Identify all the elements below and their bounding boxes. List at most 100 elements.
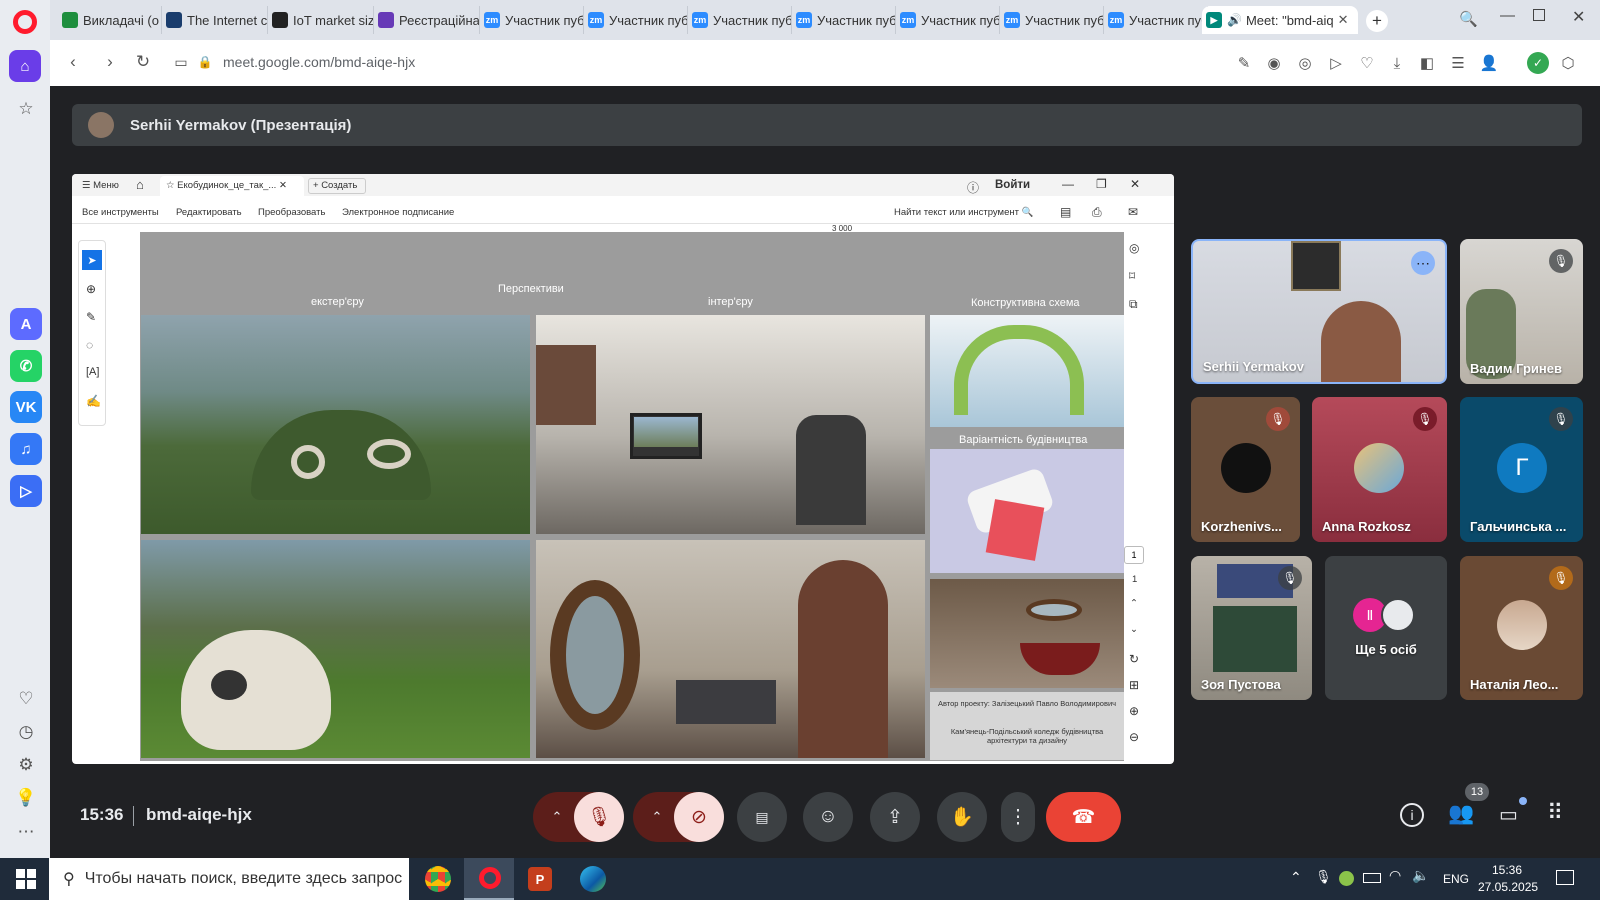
doc-minimize[interactable]: —: [1062, 177, 1074, 191]
tab[interactable]: zm Участник пуб: [1104, 6, 1208, 34]
windows-start-icon[interactable]: [16, 869, 36, 889]
taskbar-search[interactable]: ⚲ Чтобы начать поиск, введите здесь запр…: [49, 858, 409, 900]
app-tray-icon[interactable]: [1339, 871, 1354, 886]
aria-icon[interactable]: A: [10, 308, 42, 340]
history-icon[interactable]: ◷: [14, 720, 38, 744]
tool-menu-item[interactable]: Все инструменты: [82, 207, 159, 218]
maximize-button[interactable]: [1533, 9, 1545, 21]
heart-icon[interactable]: ♡: [1356, 52, 1378, 74]
home-icon[interactable]: ⌂: [136, 177, 144, 192]
lock-icon[interactable]: 🔒: [192, 49, 218, 75]
chat-icon[interactable]: ▭: [1499, 802, 1518, 827]
home-icon[interactable]: ⌂: [9, 50, 41, 82]
extension-check-icon[interactable]: ✓: [1527, 52, 1549, 74]
chrome-icon[interactable]: [425, 866, 451, 892]
volume-icon[interactable]: 🔈: [1412, 867, 1429, 884]
star-icon[interactable]: ☆: [14, 97, 38, 121]
page-down[interactable]: ⌄: [1130, 624, 1138, 635]
wifi-icon[interactable]: ◠: [1389, 867, 1401, 884]
tile-serhii[interactable]: ⋯ Serhii Yermakov: [1191, 239, 1447, 384]
tile-korzhenivs[interactable]: 🎙 Korzhenivs...: [1191, 397, 1300, 542]
activities-icon[interactable]: ⠿: [1547, 800, 1563, 826]
doc-maximize[interactable]: ❐: [1096, 177, 1107, 191]
select-tool[interactable]: ➤: [82, 250, 102, 270]
whatsapp-icon[interactable]: ✆: [10, 350, 42, 382]
menu-button[interactable]: ☰ Меню: [82, 180, 119, 191]
fit-icon[interactable]: ⊞: [1129, 678, 1139, 692]
tool-menu-item[interactable]: Редактировать: [176, 207, 242, 218]
minimize-button[interactable]: —: [1500, 7, 1515, 24]
tab[interactable]: The Internet c: [162, 6, 268, 34]
close-window-button[interactable]: ✕: [1572, 7, 1585, 27]
text-tool[interactable]: [A]: [86, 366, 99, 378]
sign-tool[interactable]: ✍: [86, 394, 101, 408]
battery-icon[interactable]: [1363, 873, 1381, 883]
notifications-icon[interactable]: [1556, 870, 1574, 885]
save-icon[interactable]: ▤: [1060, 205, 1071, 219]
bookmark-icon[interactable]: ⌑: [1129, 269, 1135, 283]
tab[interactable]: zm Участник пуб: [480, 6, 584, 34]
page-up[interactable]: ⌃: [1130, 598, 1138, 609]
help-icon[interactable]: ⓘ: [967, 179, 979, 196]
tab[interactable]: zm Участник пуб: [896, 6, 1000, 34]
clock-time[interactable]: 15:36: [1492, 863, 1522, 877]
doc-close[interactable]: ✕: [1130, 177, 1140, 191]
tab[interactable]: Викладачі (о: [58, 6, 162, 34]
tab[interactable]: zm Участник пуб: [688, 6, 792, 34]
play-icon[interactable]: ▷: [1325, 52, 1347, 74]
profile-icon[interactable]: 👤: [1478, 52, 1500, 74]
zoom-in-icon[interactable]: ⊕: [1129, 704, 1139, 718]
mail-icon[interactable]: ✉: [1128, 205, 1138, 219]
emoji-button[interactable]: ☺: [803, 792, 853, 842]
language-indicator[interactable]: ENG: [1443, 872, 1469, 886]
tile-natalia[interactable]: 🎙 Наталія Лео...: [1460, 556, 1583, 700]
tile-more-people[interactable]: Ⅱ Ще 5 осіб: [1325, 556, 1447, 700]
comment-tool[interactable]: ⊕: [86, 282, 96, 296]
easy-setup-icon[interactable]: ☰: [1447, 52, 1469, 74]
settings-icon[interactable]: ⚙: [14, 753, 38, 777]
snapshot-icon[interactable]: ◉: [1263, 52, 1285, 74]
tips-icon[interactable]: 💡: [14, 786, 38, 810]
edit-icon[interactable]: ✎: [1233, 52, 1255, 74]
tool-menu-item[interactable]: Преобразовать: [258, 207, 325, 218]
new-tab-button[interactable]: +: [1366, 10, 1388, 32]
tool-menu-item[interactable]: Электронное подписание: [342, 207, 454, 218]
clock-date[interactable]: 27.05.2025: [1478, 880, 1538, 894]
captions-button[interactable]: ▤: [737, 792, 787, 842]
login-button[interactable]: Войти: [995, 179, 1030, 191]
camera-button[interactable]: ⊘: [674, 792, 724, 842]
mic-options-button[interactable]: ⌃: [540, 792, 574, 842]
tab[interactable]: zm Участник пуб: [1000, 6, 1104, 34]
tile-zoia[interactable]: 🎙 Зоя Пустова: [1191, 556, 1312, 700]
tab[interactable]: Реєстраційна: [374, 6, 480, 34]
more-icon[interactable]: ⋯: [14, 820, 38, 844]
ai-icon[interactable]: ◎: [1129, 241, 1139, 255]
url-field[interactable]: meet.google.com/bmd-aiqe-hjx: [223, 54, 415, 70]
tray-chevron[interactable]: ⌃: [1290, 869, 1302, 886]
tab[interactable]: IoT market siz: [268, 6, 374, 34]
mic-button[interactable]: 🎙: [574, 792, 624, 842]
mic-tray-icon[interactable]: 🎙: [1315, 869, 1332, 885]
forward-button[interactable]: ›: [97, 49, 123, 75]
more-options-icon[interactable]: ⋯: [1411, 251, 1435, 275]
page-number[interactable]: 1: [1124, 546, 1144, 564]
tile-vadym[interactable]: 🎙 Вадим Гринев: [1460, 239, 1583, 384]
print-icon[interactable]: ⎙: [1092, 205, 1102, 220]
download-icon[interactable]: ⤓: [1386, 52, 1408, 74]
tab-meet[interactable]: ▶ 🔊 Meet: "bmd-aiq ✕: [1202, 6, 1358, 34]
tile-halchynska[interactable]: Г 🎙 Гальчинська ...: [1460, 397, 1583, 542]
vpn-icon[interactable]: ◎: [1294, 52, 1316, 74]
search-tabs-icon[interactable]: 🔍: [1459, 10, 1478, 28]
battery-saver-icon[interactable]: ◧: [1416, 52, 1438, 74]
find-field[interactable]: Найти текст или инструмент 🔍: [894, 207, 1033, 218]
edge-icon[interactable]: [580, 866, 606, 892]
tile-anna[interactable]: 🎙 Anna Rozkosz: [1312, 397, 1447, 542]
raise-hand-button[interactable]: ✋: [937, 792, 987, 842]
rotate-icon[interactable]: ↻: [1129, 652, 1139, 666]
camera-icon[interactable]: ▭: [168, 49, 194, 75]
favorites-icon[interactable]: ♡: [14, 687, 38, 711]
reload-button[interactable]: ↻: [130, 49, 156, 75]
camera-options-button[interactable]: ⌃: [640, 792, 674, 842]
close-icon[interactable]: ✕: [1338, 12, 1349, 28]
leave-call-button[interactable]: ☎: [1046, 792, 1121, 842]
